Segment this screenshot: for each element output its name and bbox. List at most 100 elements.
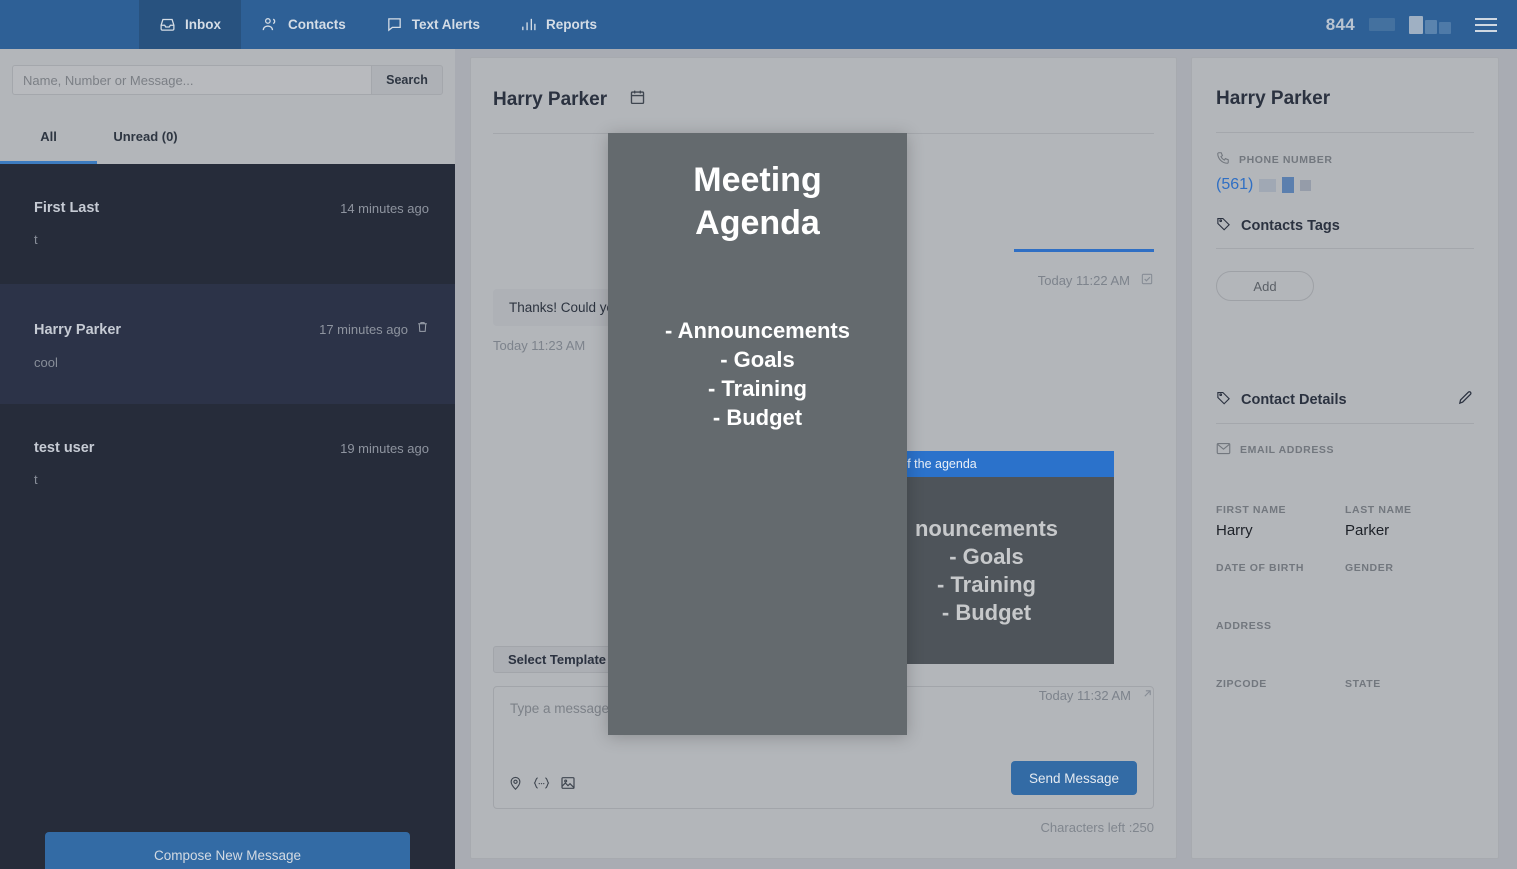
gender-value bbox=[1345, 580, 1474, 598]
nav-item-inbox-label: Inbox bbox=[185, 17, 221, 32]
date-of-birth-field: DATE OF BIRTH bbox=[1216, 562, 1345, 598]
delete-conversation-icon[interactable] bbox=[416, 320, 429, 339]
conversation-name: Harry Parker bbox=[34, 321, 122, 338]
name-fields-row: FIRST NAME Harry LAST NAME Parker bbox=[1216, 504, 1474, 540]
compose-new-message-button[interactable]: Compose New Message bbox=[45, 832, 410, 869]
mail-icon bbox=[1216, 442, 1231, 458]
delivered-check-icon bbox=[1140, 272, 1154, 289]
zipcode-value bbox=[1216, 696, 1345, 714]
phone-icon bbox=[1216, 151, 1230, 168]
agenda-line-2: - Goals bbox=[949, 543, 1024, 569]
conversation-time: 19 minutes ago bbox=[340, 440, 429, 456]
conversation-time: 17 minutes ago bbox=[319, 322, 408, 337]
compose-button-wrap: Compose New Message bbox=[0, 816, 455, 869]
zip-state-row: ZIPCODE STATE bbox=[1216, 678, 1474, 714]
pencil-icon[interactable] bbox=[1457, 389, 1474, 410]
conversation-name: test user bbox=[34, 440, 95, 456]
state-label: STATE bbox=[1345, 678, 1381, 690]
state-field: STATE bbox=[1345, 678, 1474, 714]
email-address-value bbox=[1216, 464, 1474, 482]
contacts-tags-divider bbox=[1216, 248, 1474, 249]
add-tag-button[interactable]: Add bbox=[1216, 271, 1314, 301]
nav-item-inbox[interactable]: Inbox bbox=[139, 0, 241, 49]
incoming-message-timestamp: Today 11:23 AM bbox=[493, 338, 586, 353]
image-preview-agenda-list: - Announcements - Goals - Training - Bud… bbox=[665, 316, 850, 432]
address-value bbox=[1216, 638, 1349, 656]
nav-item-text-alerts[interactable]: Text Alerts bbox=[366, 0, 500, 49]
search-button[interactable]: Search bbox=[371, 65, 443, 95]
last-name-value: Parker bbox=[1345, 522, 1390, 539]
contact-details-label: Contact Details bbox=[1241, 391, 1347, 408]
outgoing-message-timestamp-row: Today 11:22 AM bbox=[1038, 272, 1154, 289]
conversation-list: First Last 14 minutes ago t Harry Parker… bbox=[0, 164, 455, 816]
top-navigation-bar: Inbox Contacts Text Alerts Reports 844 bbox=[0, 0, 1517, 49]
redacted-account-detail bbox=[1369, 18, 1395, 31]
nav-item-reports-label: Reports bbox=[546, 17, 598, 32]
redacted-phone-part-2 bbox=[1282, 177, 1295, 193]
conversation-meta: 17 minutes ago bbox=[319, 320, 429, 339]
nav-item-contacts-label: Contacts bbox=[288, 17, 346, 32]
conversation-snippet: t bbox=[34, 232, 38, 247]
compose-toolbar bbox=[508, 775, 576, 796]
redacted-user-name bbox=[1409, 15, 1451, 34]
conversation-title: Harry Parker bbox=[493, 88, 608, 110]
outgoing-message-bubble-clipped[interactable] bbox=[1014, 249, 1154, 252]
gender-field: GENDER bbox=[1345, 562, 1474, 598]
phone-number-value[interactable]: (561) bbox=[1216, 176, 1253, 194]
search-input[interactable] bbox=[12, 65, 371, 95]
contact-name-heading: Harry Parker bbox=[1216, 88, 1331, 109]
conversation-item-harry-parker[interactable]: Harry Parker 17 minutes ago cool bbox=[0, 284, 455, 404]
calendar-icon[interactable] bbox=[629, 88, 646, 111]
nav-item-contacts[interactable]: Contacts bbox=[241, 0, 366, 49]
tag-icon bbox=[1216, 390, 1231, 409]
address-field: ADDRESS bbox=[1216, 620, 1349, 656]
image-preview-title: Meeting Agenda bbox=[693, 161, 822, 242]
conversation-item-first-last[interactable]: First Last 14 minutes ago t bbox=[0, 164, 455, 284]
phone-number-value-row[interactable]: (561) bbox=[1216, 176, 1474, 194]
first-name-value: Harry bbox=[1216, 522, 1253, 539]
tag-icon bbox=[1216, 216, 1231, 235]
agenda-item-announcements: - Announcements bbox=[665, 318, 850, 343]
hamburger-icon[interactable] bbox=[1475, 17, 1497, 32]
conversation-meta: 19 minutes ago bbox=[340, 441, 429, 456]
zipcode-field: ZIPCODE bbox=[1216, 678, 1345, 714]
image-preview-overlay[interactable]: Meeting Agenda - Announcements - Goals -… bbox=[608, 133, 907, 735]
conversation-sidebar: Search All Unread (0) First Last 14 minu… bbox=[0, 49, 455, 869]
send-message-button[interactable]: Send Message bbox=[1010, 761, 1137, 795]
tab-unread[interactable]: Unread (0) bbox=[97, 129, 194, 164]
inbox-icon bbox=[159, 16, 176, 33]
address-label: ADDRESS bbox=[1216, 620, 1272, 632]
agenda-item-training: - Training bbox=[707, 376, 807, 402]
outgoing-message-timestamp: Today 11:22 AM bbox=[1037, 273, 1130, 288]
bar-chart-icon bbox=[520, 16, 537, 33]
inbox-filter-tabs: All Unread (0) bbox=[0, 129, 455, 164]
merge-field-icon[interactable] bbox=[532, 775, 551, 796]
characters-left-counter: Characters left :250 bbox=[1040, 820, 1154, 835]
contact-details-divider bbox=[1216, 423, 1474, 424]
nav-right-group: 844 bbox=[1326, 15, 1517, 35]
date-of-birth-label: DATE OF BIRTH bbox=[1216, 562, 1305, 574]
address-row: ADDRESS bbox=[1216, 620, 1474, 656]
phone-number-label: PHONE NUMBER bbox=[1239, 153, 1333, 166]
redacted-phone-part-3 bbox=[1300, 179, 1312, 191]
chat-icon bbox=[386, 16, 403, 33]
contacts-icon bbox=[261, 16, 279, 33]
conversation-item-test-user[interactable]: test user 19 minutes ago t bbox=[0, 404, 455, 524]
agenda-line-1: nouncements bbox=[914, 515, 1059, 541]
redacted-phone-part-1 bbox=[1259, 178, 1277, 192]
tab-all[interactable]: All bbox=[0, 129, 97, 164]
email-address-label-row: EMAIL ADDRESS bbox=[1216, 442, 1474, 458]
nav-item-text-alerts-label: Text Alerts bbox=[411, 17, 481, 32]
nav-item-reports[interactable]: Reports bbox=[500, 0, 617, 49]
nav-left-spacer bbox=[0, 0, 139, 49]
agenda-item-goals: - Goals bbox=[720, 347, 795, 373]
incoming-message-text: Thanks! Could yo bbox=[509, 300, 615, 315]
conversation-name: First Last bbox=[34, 200, 100, 216]
conversation-panel-header: Harry Parker bbox=[471, 58, 1176, 133]
contact-details-panel: Harry Parker PHONE NUMBER (561) Contacts… bbox=[1191, 57, 1499, 859]
first-name-field: FIRST NAME Harry bbox=[1216, 504, 1345, 540]
date-of-birth-value bbox=[1216, 580, 1345, 598]
location-pin-icon[interactable] bbox=[508, 775, 523, 796]
image-icon[interactable] bbox=[560, 775, 576, 796]
agenda-line-3: - Training bbox=[937, 571, 1036, 597]
